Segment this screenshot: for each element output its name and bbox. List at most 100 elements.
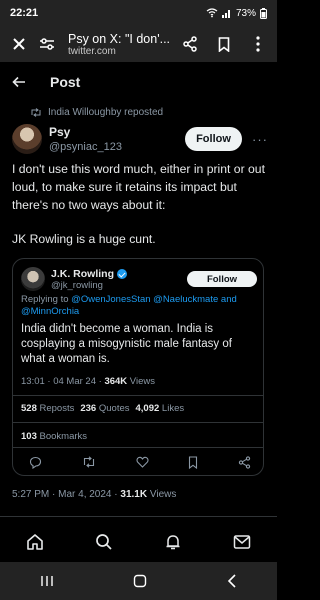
quoted-author-names: J.K. Rowling @jk_rowling: [51, 268, 127, 291]
repost-icon: [31, 108, 41, 117]
share-post-button[interactable]: [238, 456, 251, 469]
replying-to: Replying to @OwenJonesStan @Naeluckmate …: [21, 294, 257, 318]
quoted-stats: 528 Reposts 236 Quotes 4,092 Likes: [21, 403, 184, 414]
recent-apps-icon: [41, 576, 53, 586]
divider: [13, 422, 263, 423]
quoted-timestamp: 13:01 · 04 Mar 24 · 364K Views: [21, 376, 155, 387]
browser-title-area[interactable]: Psy on X: "I don'... twitter.com: [68, 32, 179, 57]
status-icons: 73%: [206, 7, 267, 19]
replying-prefix: Replying to: [21, 294, 69, 305]
repost-button[interactable]: [82, 456, 96, 469]
repost-indicator[interactable]: India Willoughby reposted: [30, 107, 163, 118]
quoted-follow-button[interactable]: Follow: [187, 271, 257, 287]
bottom-navigation: [0, 522, 277, 562]
page-url: twitter.com: [68, 45, 116, 57]
heart-icon: [135, 456, 149, 468]
battery-icon: [260, 7, 267, 19]
nav-home[interactable]: [26, 533, 44, 551]
author-handle: @psyniac_123: [49, 141, 122, 153]
quoted-post[interactable]: J.K. Rowling @jk_rowling Follow Replying…: [12, 258, 264, 476]
bell-icon: [166, 535, 180, 550]
bookmark-icon: [218, 36, 230, 52]
signal-icon: [221, 8, 232, 18]
quoted-text: India didn't become a woman. India is co…: [21, 323, 232, 365]
quoted-action-bar: [29, 456, 251, 469]
quoted-views-label: Views: [129, 376, 155, 387]
likes-label: Likes: [161, 403, 185, 414]
bookmark-page-button[interactable]: [213, 33, 235, 55]
site-settings-button[interactable]: [36, 33, 58, 55]
post-views-label: Views: [149, 489, 177, 500]
quotes-label: Quotes: [98, 403, 130, 414]
likes-stat[interactable]: 4,092 Likes: [136, 403, 185, 414]
browser-menu-button[interactable]: [247, 33, 269, 55]
page-title-text: Psy on X: "I don'...: [68, 31, 171, 46]
post-text: I don't use this word much, either in pr…: [12, 160, 270, 248]
search-icon: [96, 534, 112, 550]
page-title: Post: [50, 74, 81, 90]
reply-and-text: and: [220, 294, 237, 305]
quotes-stat[interactable]: 236 Quotes: [80, 403, 129, 414]
verified-badge-icon: [117, 268, 127, 279]
divider: [13, 447, 263, 448]
home-button[interactable]: [133, 574, 147, 588]
quoted-avatar[interactable]: [21, 267, 45, 291]
avatar[interactable]: [12, 124, 42, 154]
more-options-icon[interactable]: ···: [252, 132, 268, 147]
browser-toolbar: Psy on X: "I don'... twitter.com: [0, 26, 277, 62]
tune-icon: [40, 38, 54, 50]
divider: [0, 516, 277, 517]
reply-handle-link[interactable]: @Naeluckmate: [153, 294, 218, 305]
arrow-left-icon: [12, 76, 25, 88]
back-system-button[interactable]: [227, 574, 237, 588]
nav-messages[interactable]: [233, 534, 251, 550]
reply-handle-link[interactable]: @MinnOrchia: [21, 306, 79, 317]
quoted-author: J.K. Rowling @jk_rowling Follow: [21, 265, 257, 293]
home-icon: [26, 534, 43, 550]
follow-button[interactable]: Follow: [185, 127, 242, 151]
bookmark-icon: [189, 456, 198, 469]
nav-notifications[interactable]: [164, 533, 182, 551]
close-tab-button[interactable]: [8, 33, 30, 55]
post-author: Psy @psyniac_123 Follow ···: [12, 122, 268, 156]
status-bar: 22:21 73%: [0, 0, 277, 26]
post-paragraph: JK Rowling is a huge cunt.: [12, 232, 156, 246]
bookmarks-count: 103: [21, 431, 37, 442]
close-icon: [13, 38, 25, 50]
like-button[interactable]: [135, 456, 149, 469]
nav-search[interactable]: [95, 533, 113, 551]
post-timestamp: 5:27 PM · Mar 4, 2024 · 31.1K Views: [12, 489, 176, 500]
likes-count: 4,092: [135, 403, 160, 414]
battery-percent: 73%: [235, 7, 256, 19]
author-names[interactable]: Psy @psyniac_123: [49, 125, 122, 153]
divider: [13, 395, 263, 396]
quoted-display-name-text: J.K. Rowling: [51, 267, 114, 280]
reply-handle-link[interactable]: @OwenJonesStan: [71, 294, 150, 305]
reposts-label: Reposts: [39, 403, 75, 414]
repost-icon: [83, 456, 94, 468]
status-time: 22:21: [10, 7, 39, 19]
quoted-handle: @jk_rowling: [51, 279, 103, 291]
bookmark-button[interactable]: [188, 456, 198, 469]
repost-text: India Willoughby reposted: [48, 107, 164, 118]
more-vertical-icon: [256, 36, 260, 52]
quoted-time[interactable]: 13:01 · 04 Mar 24 ·: [21, 376, 102, 387]
comment-icon: [29, 456, 42, 469]
bookmarks-stat[interactable]: 103 Bookmarks: [21, 431, 87, 442]
bookmarks-label: Bookmarks: [39, 431, 88, 442]
share-icon: [238, 456, 251, 469]
system-navigation: [0, 562, 277, 600]
reply-button[interactable]: [29, 456, 42, 469]
post-views-count: 31.1K: [120, 489, 148, 500]
reposts-stat[interactable]: 528 Reposts: [21, 403, 74, 414]
share-icon: [183, 36, 197, 52]
quoted-display-name[interactable]: J.K. Rowling: [51, 268, 127, 280]
recent-apps-button[interactable]: [40, 575, 54, 587]
reposts-count: 528: [21, 403, 37, 414]
back-button[interactable]: [12, 76, 26, 88]
post-header: Post: [0, 62, 277, 102]
quotes-count: 236: [80, 403, 97, 414]
share-button[interactable]: [179, 33, 201, 55]
home-square-icon: [134, 574, 147, 588]
post-time[interactable]: 5:27 PM · Mar 4, 2024 ·: [12, 489, 118, 500]
